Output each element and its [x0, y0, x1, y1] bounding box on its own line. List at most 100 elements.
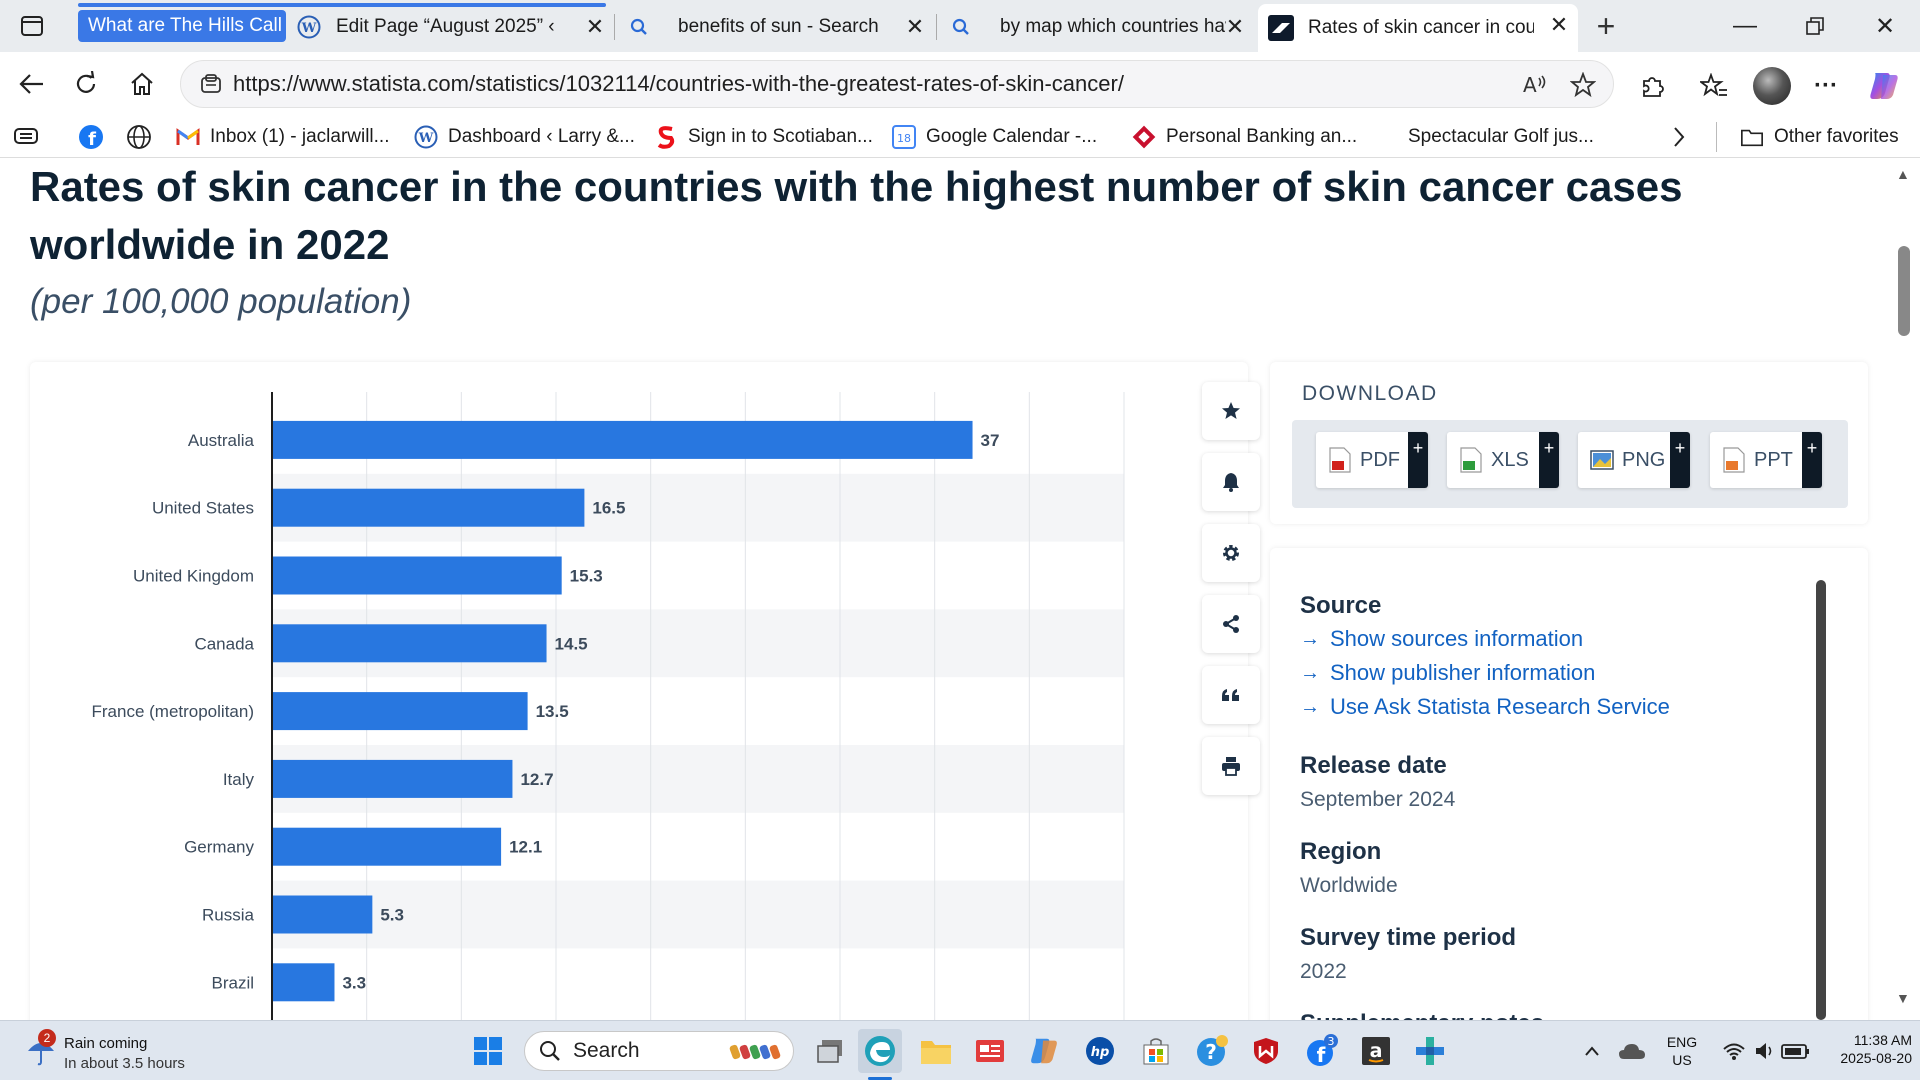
- bar[interactable]: [272, 420, 973, 459]
- hp-icon: hp: [1086, 1037, 1114, 1065]
- extensions-button[interactable]: [1630, 64, 1674, 108]
- scrollbar-thumb[interactable]: [1898, 246, 1910, 336]
- favorite-calendar[interactable]: 18 Google Calendar -...: [892, 122, 1097, 152]
- profile-button[interactable]: [1750, 64, 1794, 108]
- taskbar-hp[interactable]: hp: [1078, 1029, 1122, 1073]
- bar[interactable]: [272, 488, 585, 527]
- page-scrollbar[interactable]: ▲ ▼: [1890, 158, 1920, 1020]
- weather-widget[interactable]: 2 Rain coming In about 3.5 hours: [22, 1029, 222, 1075]
- restore-button[interactable]: [1780, 0, 1850, 52]
- favorite-facebook[interactable]: f: [78, 122, 104, 152]
- clock[interactable]: 11:38 AM 2025-08-20: [1816, 1031, 1912, 1067]
- tab-by-map[interactable]: by map which countries hav ✕: [948, 6, 1254, 48]
- details-scrollbar[interactable]: [1816, 580, 1826, 1020]
- favorite-golf[interactable]: Spectacular Golf jus...: [1374, 122, 1594, 152]
- show-sources-link[interactable]: → Show sources information: [1300, 626, 1583, 652]
- taskbar-copilot[interactable]: [1022, 1029, 1066, 1073]
- taskbar-facebook[interactable]: f3: [1300, 1029, 1344, 1073]
- back-button[interactable]: [12, 64, 52, 104]
- tab-group-chip[interactable]: What are The Hills Call: [78, 10, 286, 42]
- other-favorites[interactable]: Other favorites: [1740, 122, 1899, 152]
- download-xls-button[interactable]: XLS +: [1447, 432, 1559, 488]
- bar[interactable]: [272, 827, 502, 866]
- tab-actions-icon: [21, 16, 43, 36]
- taskbar-file-explorer[interactable]: [914, 1029, 958, 1073]
- taskbar-amazon[interactable]: a: [1354, 1029, 1398, 1073]
- home-button[interactable]: [122, 64, 162, 104]
- bar[interactable]: [272, 692, 528, 731]
- favorite-scotiabank[interactable]: Sign in to Scotiaban...: [654, 122, 873, 152]
- favorite-dashboard[interactable]: W Dashboard ‹ Larry &...: [414, 122, 635, 152]
- task-view-button[interactable]: [808, 1029, 852, 1073]
- category-label: France (metropolitan): [91, 702, 254, 721]
- taskbar-store[interactable]: [1134, 1029, 1178, 1073]
- favorite-web[interactable]: [126, 122, 152, 152]
- show-publisher-link[interactable]: → Show publisher information: [1300, 660, 1595, 686]
- copilot-button[interactable]: [1862, 64, 1906, 108]
- favorite-inbox[interactable]: Inbox (1) - jaclarwill...: [176, 122, 390, 152]
- bar[interactable]: [272, 624, 547, 663]
- cite-button[interactable]: [1202, 666, 1260, 724]
- tab-divider: [614, 14, 615, 40]
- quick-settings-button[interactable]: [1714, 1029, 1826, 1073]
- new-tab-button[interactable]: +: [1586, 8, 1626, 44]
- close-icon[interactable]: ✕: [1546, 12, 1572, 38]
- survey-period-heading: Survey time period: [1300, 924, 1517, 951]
- close-icon[interactable]: ✕: [1222, 14, 1248, 40]
- bookmark-button[interactable]: [1202, 382, 1260, 440]
- scroll-up-icon[interactable]: ▲: [1896, 166, 1910, 182]
- tab-strip: What are The Hills Call W Edit Page “Aug…: [0, 0, 1920, 52]
- edge-icon: [865, 1036, 895, 1066]
- favorite-apps[interactable]: [14, 122, 40, 152]
- close-icon[interactable]: ✕: [902, 14, 928, 40]
- close-window-button[interactable]: ✕: [1850, 0, 1920, 52]
- taskbar-news[interactable]: [968, 1029, 1012, 1073]
- close-icon[interactable]: ✕: [582, 14, 608, 40]
- print-icon: [1222, 757, 1240, 776]
- notification-button[interactable]: [1202, 453, 1260, 511]
- taskbar-app-plus[interactable]: [1408, 1029, 1452, 1073]
- help-icon: ?: [1197, 1035, 1228, 1066]
- download-png-button[interactable]: PNG +: [1578, 432, 1690, 488]
- bar[interactable]: [272, 963, 335, 1002]
- favorites-button[interactable]: [1692, 64, 1736, 108]
- more-menu-button[interactable]: ···: [1804, 64, 1848, 108]
- bar[interactable]: [272, 556, 562, 595]
- minimize-button[interactable]: —: [1710, 0, 1780, 52]
- ask-statista-link[interactable]: → Use Ask Statista Research Service: [1300, 694, 1670, 720]
- bar[interactable]: [272, 759, 513, 798]
- favorites-divider: [1716, 122, 1720, 152]
- taskbar-mcafee[interactable]: [1244, 1029, 1288, 1073]
- scroll-down-icon[interactable]: ▼: [1896, 990, 1910, 1006]
- tab-benefits-of-sun[interactable]: benefits of sun - Search ✕: [626, 6, 934, 48]
- taskbar-help[interactable]: ?: [1190, 1029, 1234, 1073]
- start-button[interactable]: [466, 1029, 510, 1073]
- site-info-icon[interactable]: [189, 64, 233, 104]
- gear-icon: [1223, 545, 1239, 561]
- settings-button[interactable]: [1202, 524, 1260, 582]
- task-view-icon: [817, 1040, 842, 1063]
- download-pdf-button[interactable]: PDF +: [1316, 432, 1428, 488]
- favorite-personal-banking[interactable]: Personal Banking an...: [1132, 122, 1357, 152]
- tab-rates-of-skin-cancer[interactable]: Rates of skin cancer in coun ✕: [1258, 4, 1578, 52]
- download-ppt-button[interactable]: PPT +: [1710, 432, 1822, 488]
- favorite-star-icon[interactable]: [1563, 65, 1603, 105]
- onedrive-button[interactable]: [1610, 1029, 1654, 1073]
- release-date-value: September 2024: [1300, 788, 1456, 811]
- favorite-label: Spectacular Golf jus...: [1408, 126, 1594, 147]
- tab-actions-button[interactable]: [12, 10, 52, 42]
- address-bar[interactable]: https://www.statista.com/statistics/1032…: [180, 60, 1614, 108]
- favorites-overflow-button[interactable]: [1672, 122, 1686, 152]
- tab-edit-page[interactable]: W Edit Page “August 2025” ‹ L ✕: [296, 6, 614, 48]
- taskbar-edge[interactable]: [858, 1029, 902, 1073]
- bar[interactable]: [272, 895, 373, 934]
- print-button[interactable]: [1202, 737, 1260, 795]
- refresh-button[interactable]: [66, 64, 106, 104]
- language-indicator[interactable]: ENG US: [1658, 1033, 1706, 1069]
- share-icon: [1223, 615, 1239, 633]
- read-aloud-icon[interactable]: A: [1515, 65, 1555, 105]
- taskbar-search[interactable]: Search: [524, 1031, 794, 1071]
- share-button[interactable]: [1202, 595, 1260, 653]
- folder-icon: [921, 1041, 951, 1064]
- show-hidden-icons-button[interactable]: [1570, 1029, 1614, 1073]
